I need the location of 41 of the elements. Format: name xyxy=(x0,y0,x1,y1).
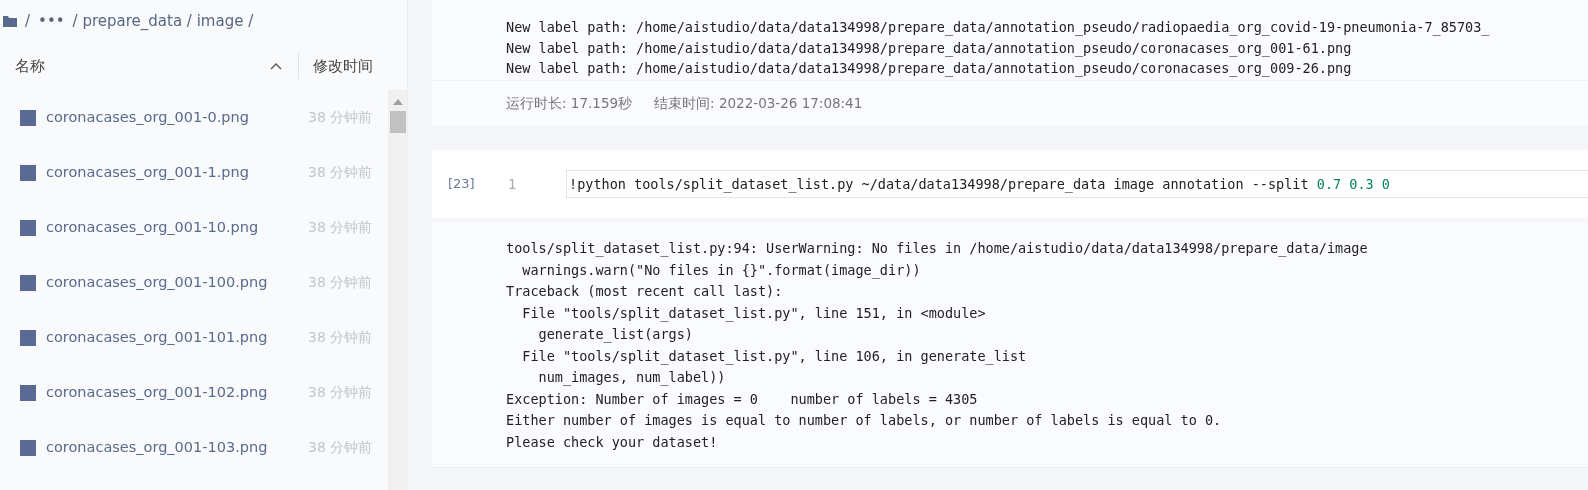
image-file-icon xyxy=(20,439,36,456)
file-name[interactable]: coronacases_org_001-100.png xyxy=(46,271,308,294)
file-name[interactable]: coronacases_org_001-102.png xyxy=(46,381,308,404)
output-line: Please check your dataset! xyxy=(506,432,719,452)
output-line: New label path: /home/aistudio/data/data134998/prepare_data/annotation_pseudo/coronacases_org_001-61.png xyxy=(506,38,1353,58)
run-duration: 运行时长: 17.159秒 xyxy=(506,93,633,113)
file-name[interactable]: coronacases_org_001-0.png xyxy=(46,106,308,129)
output-line: File "tools/split_dataset_list.py", line 151, in <module> xyxy=(521,303,987,324)
output-line: generate_list(args) xyxy=(537,325,694,345)
scroll-up-icon[interactable] xyxy=(391,98,404,105)
file-name[interactable]: coronacases_org_001-103.png xyxy=(46,436,308,459)
output-line: Traceback (most recent call last): xyxy=(506,282,784,301)
file-name[interactable]: coronacases_org_001-1.png xyxy=(46,161,308,184)
output-line: warnings.warn("No files in {}".format(image_dir)) xyxy=(521,260,922,281)
folder-icon xyxy=(3,15,17,27)
column-header[interactable]: 名称 xyxy=(15,54,270,78)
line-number: 1 xyxy=(507,174,518,194)
breadcrumb-text: / xyxy=(25,10,31,32)
scrollbar-thumb[interactable] xyxy=(389,111,406,133)
more-crumb[interactable]: ••• xyxy=(38,9,65,33)
output-line: File "tools/split_dataset_list.py", line 106, in generate_list xyxy=(521,346,1028,367)
output-line: Either number of images is equal to number of labels, or number of labels is equal to 0. xyxy=(506,411,1223,430)
image-file-icon xyxy=(20,329,36,346)
output-line: num_images, num_label)) xyxy=(537,368,727,388)
file-name[interactable]: coronacases_org_001-10.png xyxy=(46,216,308,239)
end-time: 结束时间: 2022-03-26 17:08:41 xyxy=(654,93,863,113)
output-line: tools/split_dataset_list.py:94: UserWarning: No files in /home/aistudio/data/data134998/prepare_data/image xyxy=(506,239,1369,259)
scrollbar[interactable] xyxy=(388,90,407,490)
file-name[interactable]: coronacases_org_001-101.png xyxy=(46,326,308,349)
code-input[interactable]: !python tools/split_dataset_list.py ~/data/data134998/prepare_data image annotation --split 0.7 0.3 0 xyxy=(566,170,1588,198)
breadcrumb-text: / prepare_data / image / xyxy=(72,10,254,32)
image-file-icon xyxy=(20,274,36,291)
image-file-icon xyxy=(20,164,36,181)
execution-count: [23] xyxy=(447,175,476,194)
image-file-icon xyxy=(20,109,36,126)
column-header[interactable]: 修改时间 xyxy=(313,54,373,78)
image-file-icon xyxy=(20,219,36,236)
image-file-icon xyxy=(20,384,36,401)
output-line: Exception: Number of images = 0 number of labels = 4305 xyxy=(506,389,979,409)
output-line: New label path: /home/aistudio/data/data134998/prepare_data/annotation_pseudo/coronacases_org_009-26.png xyxy=(506,59,1353,79)
output-line: New label path: /home/aistudio/data/data134998/prepare_data/annotation_pseudo/radiopaedia_org_covid-19-pneumonia-7_85703_ xyxy=(506,18,1491,38)
